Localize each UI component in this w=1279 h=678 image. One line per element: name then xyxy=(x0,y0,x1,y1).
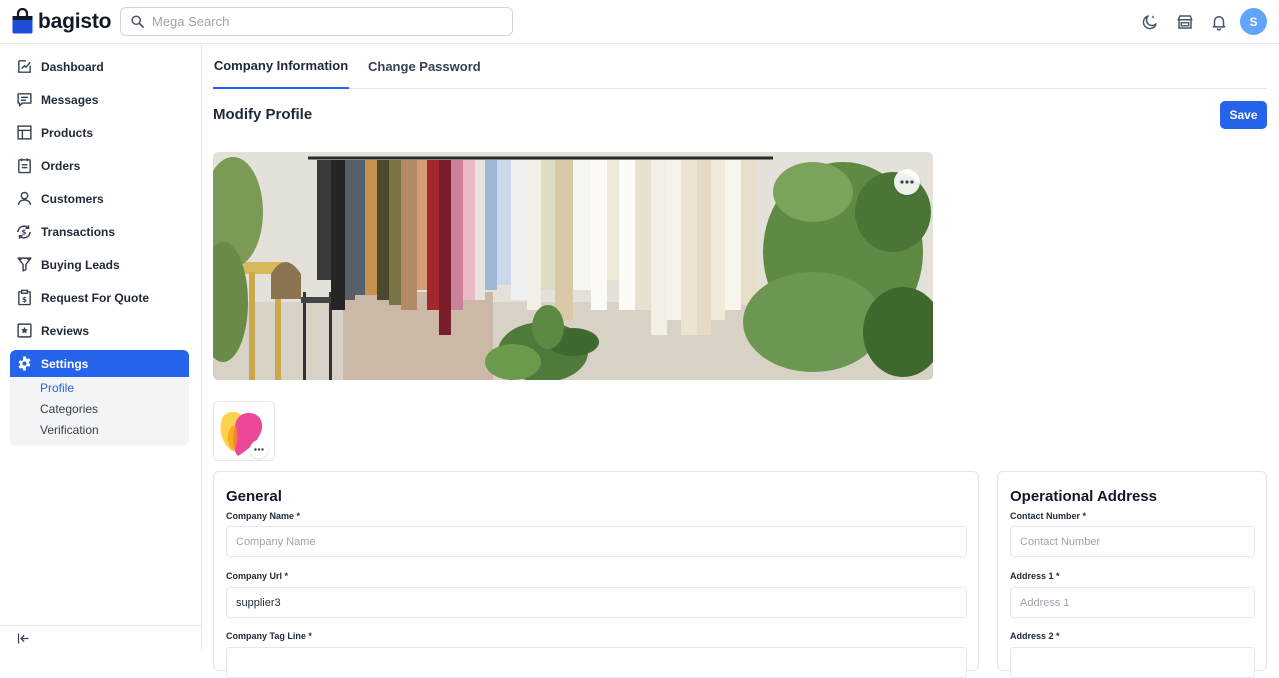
address1-label: Address 1 * xyxy=(1010,571,1060,581)
address1-input[interactable] xyxy=(1010,587,1255,618)
svg-text:$: $ xyxy=(22,295,27,304)
sidebar-item-request-for-quote[interactable]: $ Request For Quote xyxy=(10,284,189,311)
more-horizontal-icon xyxy=(900,180,914,184)
user-avatar[interactable]: S xyxy=(1240,8,1267,35)
search-icon xyxy=(131,15,144,28)
request-quote-icon: $ xyxy=(15,289,33,307)
general-card-title: General xyxy=(226,488,282,505)
contact-number-label: Contact Number * xyxy=(1010,511,1087,521)
company-logo-box xyxy=(213,401,275,461)
address2-label: Address 2 * xyxy=(1010,631,1060,641)
orders-icon xyxy=(15,157,33,175)
storefront-icon[interactable] xyxy=(1175,12,1195,32)
sidebar-item-dashboard[interactable]: Dashboard xyxy=(10,53,189,80)
contact-number-input[interactable] xyxy=(1010,526,1255,557)
sidebar-item-label: Buying Leads xyxy=(41,257,120,272)
bagisto-logo[interactable]: bagisto xyxy=(12,8,111,34)
save-button[interactable]: Save xyxy=(1220,101,1267,129)
sidebar-item-label: Settings xyxy=(41,356,89,371)
submenu-item-verification[interactable]: Verification xyxy=(40,423,99,437)
banner-options-button[interactable] xyxy=(894,169,920,195)
svg-text:$: $ xyxy=(22,228,27,236)
general-card: General Company Name * Company Url * Com… xyxy=(213,471,979,678)
clothing-rack-illustration xyxy=(213,152,933,380)
company-tag-line-label: Company Tag Line * xyxy=(226,631,312,641)
sidebar-item-label: Products xyxy=(41,125,94,140)
products-icon xyxy=(15,124,33,142)
sidebar-item-label: Customers xyxy=(41,191,104,206)
settings-submenu: Profile Categories Verification xyxy=(10,377,189,446)
sidebar-item-label: Request For Quote xyxy=(41,290,150,305)
sidebar-item-customers[interactable]: Customers xyxy=(10,185,189,212)
tab-change-password[interactable]: Change Password xyxy=(368,44,481,89)
logo-text: bagisto xyxy=(38,9,112,33)
company-name-label: Company Name * xyxy=(226,511,301,521)
company-name-input[interactable] xyxy=(226,526,967,557)
profile-tabs: Company Information Change Password xyxy=(213,44,1267,89)
sidebar-item-label: Transactions xyxy=(41,224,116,239)
buying-leads-icon xyxy=(15,256,33,274)
settings-gear-icon xyxy=(15,355,33,373)
sidebar-item-reviews[interactable]: Reviews xyxy=(10,317,189,344)
sidebar-item-label: Messages xyxy=(41,92,99,107)
tab-company-information[interactable]: Company Information xyxy=(213,44,349,89)
company-tag-line-input[interactable] xyxy=(226,647,967,678)
sidebar-item-orders[interactable]: Orders xyxy=(10,152,189,179)
sidebar-item-label: Orders xyxy=(41,158,81,173)
shopping-bag-icon xyxy=(12,8,33,34)
sidebar: Dashboard Messages Products Orders Custo… xyxy=(0,44,202,650)
company-url-label: Company Url * xyxy=(226,571,289,581)
address2-input[interactable] xyxy=(1010,647,1255,678)
operational-address-card: Operational Address Contact Number * Add… xyxy=(997,471,1267,678)
mega-search-input[interactable] xyxy=(152,14,492,29)
top-header: bagisto S xyxy=(0,0,1279,44)
operational-address-title: Operational Address xyxy=(1010,488,1157,505)
submenu-item-profile[interactable]: Profile xyxy=(40,381,74,395)
notification-bell-icon[interactable] xyxy=(1209,12,1229,32)
logo-options-button[interactable] xyxy=(250,440,268,458)
dashboard-icon xyxy=(15,58,33,76)
sidebar-item-label: Dashboard xyxy=(41,59,104,74)
sidebar-item-transactions[interactable]: $ Transactions xyxy=(10,218,189,245)
company-url-input[interactable] xyxy=(226,587,967,618)
collapse-arrow-icon xyxy=(17,633,29,643)
messages-icon xyxy=(15,91,33,109)
transactions-icon: $ xyxy=(15,223,33,241)
mega-search-box[interactable] xyxy=(120,7,513,36)
collapse-sidebar-button[interactable] xyxy=(0,625,201,650)
profile-banner-image xyxy=(213,152,933,380)
page-title: Modify Profile xyxy=(213,106,313,123)
sidebar-item-settings[interactable]: Settings xyxy=(10,350,189,377)
dark-mode-icon[interactable] xyxy=(1140,12,1160,32)
more-horizontal-icon xyxy=(254,447,264,451)
sidebar-item-label: Reviews xyxy=(41,323,90,338)
sidebar-item-buying-leads[interactable]: Buying Leads xyxy=(10,251,189,278)
sidebar-item-messages[interactable]: Messages xyxy=(10,86,189,113)
sidebar-item-products[interactable]: Products xyxy=(10,119,189,146)
customers-icon xyxy=(15,190,33,208)
reviews-icon xyxy=(15,322,33,340)
submenu-item-categories[interactable]: Categories xyxy=(40,402,98,416)
